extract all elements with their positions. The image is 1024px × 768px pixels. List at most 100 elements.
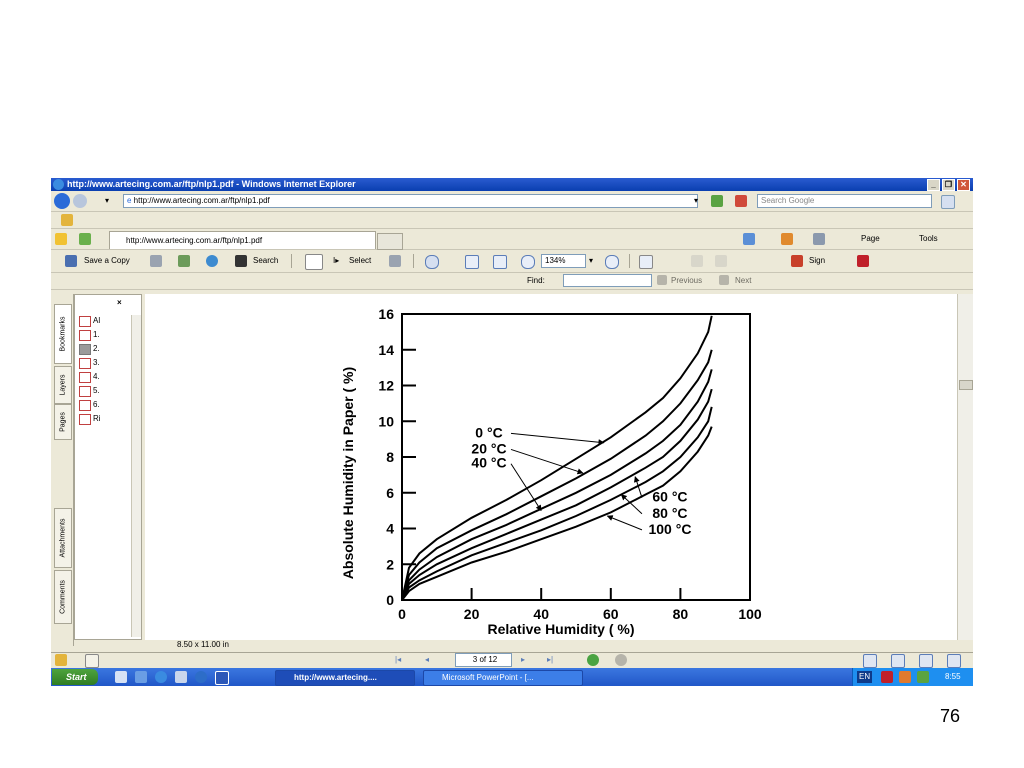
tab-bookmarks[interactable]: Bookmarks — [54, 304, 72, 364]
bookmark-item[interactable]: 6. — [79, 399, 100, 411]
refresh-icon[interactable] — [711, 195, 723, 207]
find-label[interactable]: Find: — [527, 275, 545, 287]
annotation-arrow — [606, 515, 643, 531]
history-dropdown-icon[interactable]: ▾ — [105, 195, 109, 207]
sign-icon — [791, 255, 803, 267]
zoom-out-icon[interactable] — [521, 255, 535, 269]
task-browser[interactable]: http://www.artecing.... — [275, 670, 415, 686]
previous-view-icon[interactable] — [587, 654, 599, 666]
next-view-icon[interactable] — [615, 654, 627, 666]
facing-icon[interactable] — [919, 654, 933, 668]
bookmark-item[interactable]: 3. — [79, 357, 100, 369]
tray-security-icon[interactable] — [917, 671, 929, 683]
tab-active[interactable]: http://www.artecing.com.ar/ftp/nlp1.pdf — [109, 231, 376, 249]
link-row — [51, 212, 973, 229]
close-panel-icon[interactable]: × — [117, 297, 122, 309]
browser-window: http://www.artecing.com.ar/ftp/nlp1.pdf … — [51, 178, 973, 686]
bookmarks-scrollbar[interactable] — [131, 315, 141, 637]
minimize-button[interactable]: _ — [927, 179, 940, 191]
tab-layers[interactable]: Layers — [54, 366, 72, 404]
forward-icon[interactable] — [73, 194, 87, 208]
show-desktop-icon[interactable] — [115, 671, 127, 683]
word-quicklaunch-icon[interactable] — [215, 671, 229, 685]
previous-button[interactable]: Previous — [671, 275, 702, 287]
start-button[interactable]: Start — [52, 669, 98, 685]
favorites-add-icon[interactable] — [61, 214, 73, 226]
quicklaunch-icon[interactable] — [135, 671, 147, 683]
document-scrollbar[interactable] — [957, 294, 973, 640]
prev-page-button[interactable]: ◂ — [425, 654, 429, 666]
tray-app-icon[interactable] — [881, 671, 893, 683]
print-icon[interactable] — [813, 233, 825, 245]
feeds-icon[interactable] — [781, 233, 793, 245]
pdf-page-icon — [79, 358, 91, 369]
last-page-button[interactable]: ▸| — [547, 654, 553, 666]
bookmark-item[interactable]: 5. — [79, 385, 100, 397]
bookmark-item[interactable]: Al — [79, 315, 100, 327]
y-tick-label: 14 — [378, 342, 394, 358]
select-button[interactable]: Select — [349, 255, 371, 267]
page-menu[interactable]: Page — [861, 233, 880, 245]
tab-attachments[interactable]: Attachments — [54, 508, 72, 568]
favorites-star-icon[interactable] — [55, 233, 67, 245]
select-tool-icon[interactable]: I▸ — [333, 255, 339, 267]
tools-menu[interactable]: Tools — [919, 233, 938, 245]
tab-comments[interactable]: Comments — [54, 570, 72, 624]
language-indicator[interactable]: EN — [857, 671, 873, 683]
home-icon[interactable] — [743, 233, 755, 245]
address-row: ▾ e http://www.artecing.com.ar/ftp/nlp1.… — [51, 191, 973, 212]
bookmark-item[interactable]: 4. — [79, 371, 100, 383]
pdf-page-icon — [79, 386, 91, 397]
search-icon[interactable] — [941, 195, 955, 209]
next-button[interactable]: Next — [735, 275, 751, 287]
new-tab-button[interactable] — [377, 233, 403, 250]
task-powerpoint[interactable]: Microsoft PowerPoint - [... — [423, 670, 583, 686]
zoom-plus-icon[interactable] — [605, 255, 619, 269]
continuous-facing-icon[interactable] — [947, 654, 961, 668]
find-input[interactable] — [563, 274, 652, 287]
zoom-dropdown-icon[interactable]: ▾ — [589, 255, 593, 267]
rotate-icon[interactable] — [691, 255, 703, 267]
tab-pages[interactable]: Pages — [54, 404, 72, 440]
maximize-button[interactable]: ❐ — [942, 179, 955, 191]
snapshot-icon[interactable] — [389, 255, 401, 267]
bookmark-item[interactable]: Ri — [79, 413, 101, 425]
tray-network-icon[interactable] — [899, 671, 911, 683]
fit-width-icon[interactable] — [493, 255, 507, 269]
series-annotation: 40 °C — [471, 455, 506, 471]
email-quicklaunch-icon[interactable] — [175, 671, 187, 683]
back-icon[interactable] — [54, 193, 70, 209]
zoom-in-icon[interactable] — [425, 255, 439, 269]
bookmark-item[interactable]: 2. — [79, 343, 100, 355]
ie-quicklaunch-icon[interactable] — [155, 671, 167, 683]
next-page-button[interactable]: ▸ — [521, 654, 525, 666]
zoom-field[interactable]: 134% — [541, 254, 586, 268]
fit-page-icon[interactable] — [465, 255, 479, 269]
continuous-icon[interactable] — [891, 654, 905, 668]
hand-tool-icon[interactable] — [305, 254, 323, 270]
print-pdf-icon[interactable] — [150, 255, 162, 267]
bookmark-item[interactable]: 1. — [79, 329, 100, 341]
page-number-field[interactable]: 3 of 12 — [455, 653, 512, 667]
first-page-button[interactable]: |◂ — [395, 654, 401, 666]
address-bar[interactable]: e http://www.artecing.com.ar/ftp/nlp1.pd… — [123, 194, 698, 208]
yahoo-icon[interactable] — [857, 255, 869, 267]
system-tray: EN 8:55 — [852, 668, 973, 686]
undo-icon[interactable] — [715, 255, 727, 267]
email-icon[interactable] — [178, 255, 190, 267]
add-favorite-icon[interactable] — [79, 233, 91, 245]
close-button[interactable]: ✕ — [957, 179, 970, 191]
collaborate-icon[interactable] — [206, 255, 218, 267]
search-input[interactable]: Search Google — [757, 194, 932, 208]
scroll-thumb[interactable] — [959, 380, 973, 390]
sign-button[interactable]: Sign — [809, 255, 825, 267]
single-page-icon[interactable] — [863, 654, 877, 668]
pdf-page-icon — [79, 330, 91, 341]
search-button[interactable]: Search — [253, 255, 278, 267]
stop-icon[interactable] — [735, 195, 747, 207]
page-thumb-icon[interactable] — [85, 654, 99, 668]
save-copy-button[interactable]: Save a Copy — [84, 255, 130, 267]
address-dropdown-icon[interactable]: ▾ — [694, 195, 698, 207]
pages-view-icon[interactable] — [639, 255, 653, 269]
media-quicklaunch-icon[interactable] — [195, 671, 207, 683]
